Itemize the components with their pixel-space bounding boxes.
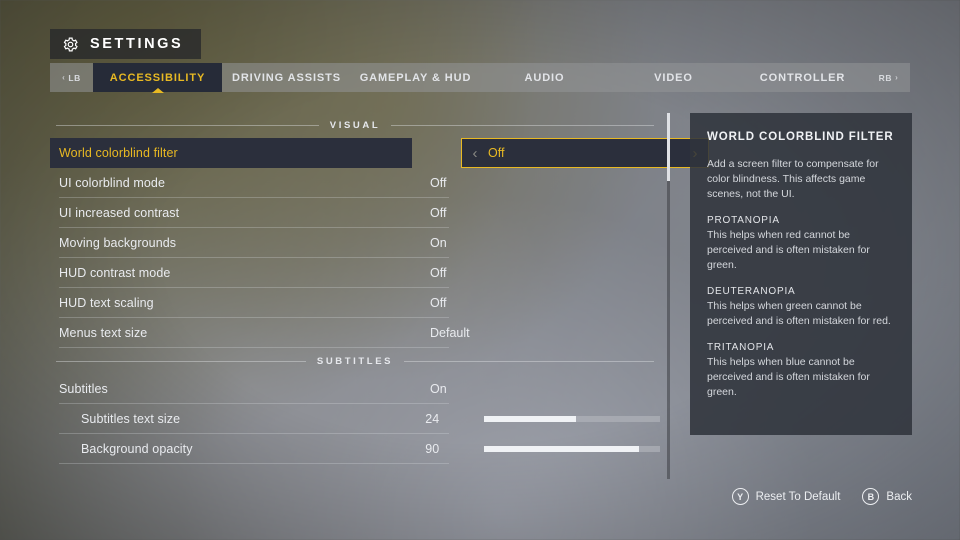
description-text: This helps when blue cannot be perceived… <box>707 356 870 398</box>
setting-label: Moving backgrounds <box>59 236 177 250</box>
setting-value: On <box>430 382 447 396</box>
description-term: DEUTERANOPIA <box>707 286 796 297</box>
button-hint[interactable]: Y Reset To Default <box>731 488 841 505</box>
setting-value: Off <box>430 206 447 220</box>
row-separator <box>59 463 449 464</box>
page-title: SETTINGS <box>90 36 184 52</box>
scrollbar-track[interactable] <box>667 113 670 479</box>
page-title-chip: SETTINGS <box>50 29 202 59</box>
tab-list: ACCESSIBILITY DRIVING ASSISTS GAMEPLAY & H… <box>93 63 867 92</box>
section-rule-left <box>56 124 319 126</box>
description-text: This helps when green cannot be perceive… <box>707 300 891 327</box>
setting-slider[interactable] <box>484 416 661 422</box>
description-term: PROTANOPIA <box>707 215 780 226</box>
description-intro: Add a screen filter to compensate for co… <box>707 158 879 200</box>
tab-label: AUDIO <box>524 71 565 84</box>
setting-label: World colorblind filter <box>50 138 412 168</box>
button-hint[interactable]: B Back <box>862 488 912 505</box>
setting-label: Background opacity <box>81 442 193 456</box>
right-bumper-label: RB <box>878 72 893 83</box>
setting-value: Off <box>430 296 447 310</box>
section-header-label: VISUAL <box>329 119 381 131</box>
controller-button-icon: B <box>862 488 880 505</box>
setting-slider[interactable] <box>484 446 661 452</box>
button-hint-label: Back <box>886 490 912 503</box>
tab-label: VIDEO <box>654 71 693 84</box>
setting-label: Subtitles <box>59 382 108 396</box>
description-text: This helps when red cannot be perceived … <box>707 229 870 271</box>
setting-value: On <box>430 236 447 250</box>
setting-value: 90 <box>425 442 440 456</box>
section-header-label: SUBTITLES <box>316 355 394 367</box>
tab-label: GAMEPLAY & HUD <box>359 71 472 84</box>
tab-accessibility[interactable]: ACCESSIBILITY <box>93 63 222 92</box>
settings-row[interactable]: Menus text size Default <box>50 318 660 348</box>
setting-value: Off <box>430 176 447 190</box>
scrollbar-thumb[interactable] <box>667 113 670 181</box>
description-title: WORLD COLORBLIND FILTER <box>707 131 894 143</box>
gear-icon <box>62 36 79 53</box>
setting-value: Off <box>430 266 447 280</box>
footer-button-hints: Y Reset To Default B Back <box>731 488 912 505</box>
settings-row[interactable]: HUD contrast mode Off <box>50 258 660 288</box>
section-header: SUBTITLES <box>50 348 660 374</box>
description-term: TRITANOPIA <box>707 342 775 353</box>
tab-label: CONTROLLER <box>759 71 846 84</box>
tab-video[interactable]: VIDEO <box>609 63 738 92</box>
description-panel: WORLD COLORBLIND FILTER Add a screen fil… <box>690 113 912 435</box>
controller-button-icon: Y <box>731 488 749 505</box>
right-bumper-chevron-icon: › <box>895 73 899 82</box>
tab-controller[interactable]: CONTROLLER <box>738 63 867 92</box>
tab-label: DRIVING ASSISTS <box>231 71 342 84</box>
tab-driving-assists[interactable]: DRIVING ASSISTS <box>222 63 351 92</box>
description-entry: TRITANOPIA This helps when blue cannot be… <box>707 342 895 400</box>
setting-label: UI increased contrast <box>59 206 180 220</box>
settings-list: VISUALWorld colorblind filter‹Off›UI col… <box>50 112 709 480</box>
setting-label: UI colorblind mode <box>59 176 166 190</box>
setting-label: HUD contrast mode <box>59 266 171 280</box>
section-rule-left <box>56 360 306 362</box>
settings-row[interactable]: UI increased contrast Off <box>50 198 660 228</box>
tab-audio[interactable]: AUDIO <box>480 63 609 92</box>
section-header: VISUAL <box>50 112 660 138</box>
description-entry: PROTANOPIA This helps when red cannot be … <box>707 215 895 273</box>
settings-row[interactable]: Subtitles On <box>50 374 660 404</box>
settings-row[interactable]: Moving backgrounds On <box>50 228 660 258</box>
previous-option-arrow-icon[interactable]: ‹ <box>462 146 488 161</box>
left-bumper-label: LB <box>68 72 81 83</box>
tab-bar: ‹ LB ACCESSIBILITY DRIVING ASSISTS GAMEPLA… <box>50 63 910 92</box>
description-entry: DEUTERANOPIA This helps when green cannot… <box>707 286 895 329</box>
left-bumper-chevron-icon: ‹ <box>62 73 66 82</box>
section-rule-right <box>391 124 654 126</box>
tab-gameplay-hud[interactable]: GAMEPLAY & HUD <box>351 63 480 92</box>
setting-label: Menus text size <box>59 326 148 340</box>
slider-fill <box>484 416 576 422</box>
tab-label: ACCESSIBILITY <box>109 71 206 84</box>
section-rule-right <box>404 360 654 362</box>
left-bumper-hint[interactable]: ‹ LB <box>50 63 93 92</box>
settings-row[interactable]: HUD text scaling Off <box>50 288 660 318</box>
setting-label: Subtitles text size <box>81 412 181 426</box>
description-entries: PROTANOPIA This helps when red cannot be … <box>707 215 895 400</box>
settings-row[interactable]: Subtitles text size 24 <box>50 404 661 434</box>
right-bumper-hint[interactable]: RB › <box>867 63 910 92</box>
setting-label: HUD text scaling <box>59 296 154 310</box>
settings-row[interactable]: Background opacity 90 <box>50 434 661 464</box>
row-separator <box>59 347 449 348</box>
slider-fill <box>484 446 639 452</box>
settings-row[interactable]: World colorblind filter ‹Off› <box>50 138 709 168</box>
button-hint-label: Reset To Default <box>755 490 841 503</box>
settings-row[interactable]: UI colorblind mode Off <box>50 168 660 198</box>
setting-value: Off <box>488 146 505 160</box>
option-selector[interactable]: ‹Off› <box>461 138 709 168</box>
setting-value: 24 <box>425 412 440 426</box>
setting-value: Default <box>430 326 470 340</box>
